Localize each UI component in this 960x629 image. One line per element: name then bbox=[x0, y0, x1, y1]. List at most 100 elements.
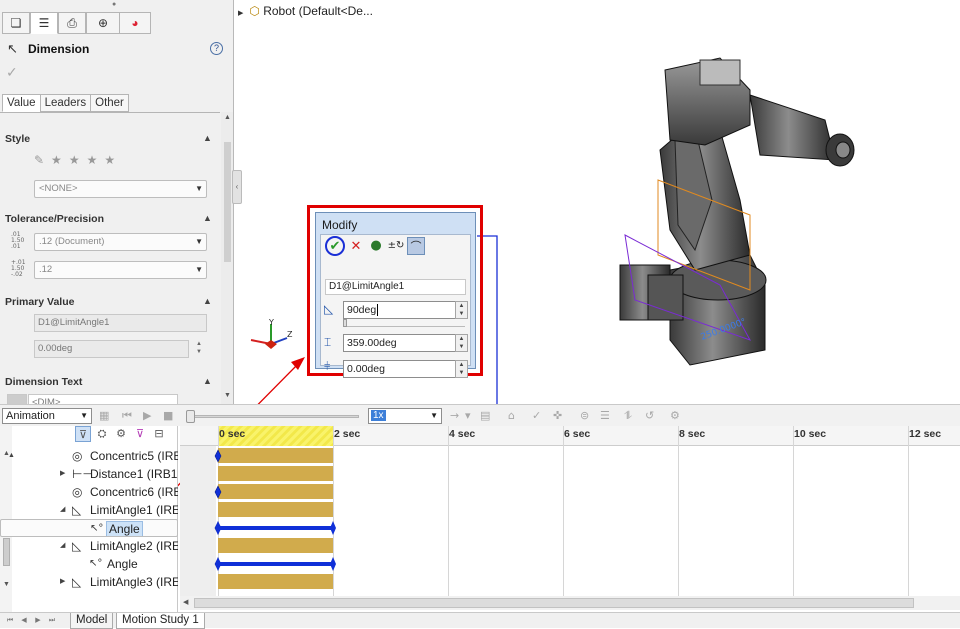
dimension-text-field[interactable]: <DIM> bbox=[28, 394, 178, 404]
collapse-icon[interactable]: ▲ bbox=[8, 447, 15, 465]
pm-scrollbar[interactable]: ▲ ▼ bbox=[221, 112, 233, 404]
tree-row[interactable]: ◢ ◺ LimitAngle2 (IRE bbox=[0, 537, 178, 555]
dimension-text-heading: Dimension Text bbox=[5, 376, 83, 388]
dimension-name-field[interactable]: D1@LimitAngle1 bbox=[325, 279, 466, 295]
collapse-all-icon[interactable]: ⊟ bbox=[151, 426, 167, 442]
play-icon[interactable]: ▶ bbox=[143, 409, 151, 422]
animation-wizard-icon[interactable]: ▤ bbox=[480, 409, 490, 422]
playback-slider[interactable] bbox=[189, 415, 359, 418]
angle-spinner[interactable]: ▲ ▼ bbox=[455, 301, 468, 319]
value-spinner-icon[interactable]: ▲ ▼ bbox=[196, 340, 202, 356]
force-icon[interactable]: ⥮ bbox=[624, 409, 632, 423]
playback-mode-icon[interactable]: → bbox=[450, 409, 459, 422]
tab-model[interactable]: Model bbox=[70, 613, 114, 629]
thumbwheel-slider[interactable] bbox=[343, 319, 465, 327]
first-tab-icon[interactable]: ⏮ bbox=[4, 615, 16, 627]
concentric-icon: ◎ bbox=[72, 449, 83, 463]
offset-spinner[interactable]: ▲ ▼ bbox=[455, 360, 468, 378]
timeline[interactable]: 0 sec 2 sec 4 sec 6 sec 8 sec 10 sec 12 … bbox=[180, 426, 960, 596]
primary-value-name[interactable]: D1@LimitAngle1 bbox=[34, 314, 207, 332]
scroll-down-icon[interactable]: ▼ bbox=[224, 392, 231, 399]
tree-row[interactable]: ◎ Concentric6 (IRB bbox=[0, 483, 178, 501]
contact-icon[interactable]: ↺ bbox=[645, 409, 654, 422]
collapse-icon[interactable]: ◢ bbox=[60, 537, 65, 555]
primary-value-field[interactable]: 0.00deg bbox=[34, 340, 189, 358]
playback-slider-knob[interactable] bbox=[186, 410, 195, 423]
playback-speed-select[interactable]: 1x ▼ bbox=[368, 408, 442, 424]
row-label: Distance1 (IRB12 bbox=[90, 467, 178, 481]
tolerance-precision-select[interactable]: .12 ▼ bbox=[34, 261, 207, 279]
motor-icon[interactable]: ✜ bbox=[553, 409, 562, 422]
expand-icon[interactable]: ▶ bbox=[60, 573, 65, 591]
property-manager-tab-icon[interactable]: ☰ bbox=[30, 12, 58, 34]
tab-value[interactable]: Value bbox=[2, 94, 41, 112]
length-spinner[interactable]: ▲ ▼ bbox=[455, 334, 468, 352]
scroll-up-icon[interactable]: ▲ bbox=[224, 114, 231, 121]
tab-leaders[interactable]: Leaders bbox=[39, 94, 92, 112]
ok-check-icon[interactable]: ✔ bbox=[325, 236, 345, 256]
tab-other[interactable]: Other bbox=[90, 94, 129, 112]
tree-row[interactable]: ↖° Angle bbox=[0, 555, 178, 573]
tree-row[interactable]: ▲ ◎ Concentric5 (IRB bbox=[0, 447, 178, 465]
collapse-caret-icon[interactable]: ▲ bbox=[203, 376, 212, 386]
drag-handle-icon[interactable]: ● bbox=[112, 1, 120, 8]
scroll-left-icon[interactable]: ◀ bbox=[183, 598, 188, 606]
save-animation-icon[interactable]: ▾ bbox=[465, 409, 471, 422]
precision-select[interactable]: .12 (Document) ▼ bbox=[34, 233, 207, 251]
tab-motion-study[interactable]: Motion Study 1 bbox=[116, 613, 205, 629]
filter-selected-icon[interactable]: ⚙ bbox=[113, 426, 129, 442]
offset-value-input[interactable]: 0.00deg bbox=[343, 360, 456, 378]
key-point bbox=[215, 521, 221, 535]
timeline-hscroll[interactable]: ◀ bbox=[180, 596, 960, 610]
autokey-icon[interactable]: ⌂ bbox=[508, 409, 515, 422]
rebuild-traffic-light-icon[interactable]: ● bbox=[367, 237, 385, 255]
mark-dimension-icon[interactable]: ⌒ bbox=[407, 237, 425, 255]
play-from-start-icon[interactable]: ⏮ bbox=[122, 409, 132, 423]
study-type-select[interactable]: Animation ▼ bbox=[2, 408, 92, 424]
scroll-thumb[interactable] bbox=[224, 142, 231, 262]
filter-animated-icon[interactable]: ⊽ bbox=[75, 426, 91, 442]
filter-driving-icon[interactable]: ⛭ bbox=[94, 426, 110, 442]
tree-row-selected[interactable]: ↖° Angle bbox=[0, 519, 178, 537]
style-preset-select[interactable]: <NONE> ▼ bbox=[34, 180, 207, 198]
angle-value-input[interactable]: 90deg bbox=[343, 301, 456, 319]
calculate-icon[interactable]: ▦ bbox=[99, 409, 109, 422]
prev-tab-icon[interactable]: ◀ bbox=[18, 615, 30, 627]
tree-row[interactable]: ▶ ⊢⊣ Distance1 (IRB12 bbox=[0, 465, 178, 483]
collapse-caret-icon[interactable]: ▲ bbox=[203, 213, 212, 223]
scroll-thumb[interactable] bbox=[194, 598, 914, 608]
primary-value-heading: Primary Value bbox=[5, 296, 75, 308]
add-key-icon[interactable]: ✓ bbox=[532, 409, 541, 422]
collapse-caret-icon[interactable]: ▲ bbox=[203, 296, 212, 306]
last-tab-icon[interactable]: ⏭ bbox=[46, 615, 58, 627]
reset-spin-icon[interactable]: ±↻ bbox=[387, 237, 405, 255]
style-buttons-icon[interactable]: ✎★★★★ bbox=[34, 153, 122, 167]
cancel-x-icon[interactable]: ✕ bbox=[347, 237, 365, 255]
ok-check-icon[interactable]: ✓ bbox=[6, 64, 18, 81]
dimxpert-tab-icon[interactable]: ⊕ bbox=[86, 12, 120, 34]
length-value-input[interactable]: 359.00deg bbox=[343, 334, 456, 352]
display-manager-tab-icon[interactable]: ◕ bbox=[119, 12, 151, 34]
collapse-icon[interactable]: ◢ bbox=[60, 501, 65, 519]
feature-tree-root[interactable]: ▶ ⬡ Robot (Default<De... bbox=[238, 4, 373, 18]
angle-mate-icon: ◺ bbox=[72, 539, 82, 553]
expand-icon[interactable]: ▶ bbox=[238, 10, 243, 17]
damper-icon[interactable]: ☰ bbox=[600, 409, 610, 422]
study-properties-icon[interactable]: ⚙ bbox=[670, 409, 680, 422]
next-tab-icon[interactable]: ▶ bbox=[32, 615, 44, 627]
expand-icon[interactable]: ▶ bbox=[60, 465, 65, 483]
filter-results-icon[interactable]: ⊽ bbox=[132, 426, 148, 442]
robot-model[interactable]: 250.0000° bbox=[600, 50, 870, 380]
key-point bbox=[215, 557, 221, 571]
tree-row[interactable]: ◢ ◺ LimitAngle1 (IRE bbox=[0, 501, 178, 519]
panel-collapse-handle[interactable]: ‹ bbox=[232, 170, 242, 204]
feature-manager-tab-icon[interactable]: ❏ bbox=[2, 12, 30, 34]
stop-icon[interactable]: ■ bbox=[163, 409, 173, 422]
collapse-caret-icon[interactable]: ▲ bbox=[203, 133, 212, 143]
dimension-icon: ↖ bbox=[7, 41, 18, 56]
tree-row[interactable]: ▶ ◺ LimitAngle3 (IRE bbox=[0, 573, 178, 591]
help-icon[interactable]: ? bbox=[210, 42, 223, 55]
configuration-manager-tab-icon[interactable]: ⎙ bbox=[58, 12, 86, 34]
spring-icon[interactable]: ⊜ bbox=[580, 409, 589, 422]
modify-title: Modify bbox=[322, 218, 358, 232]
